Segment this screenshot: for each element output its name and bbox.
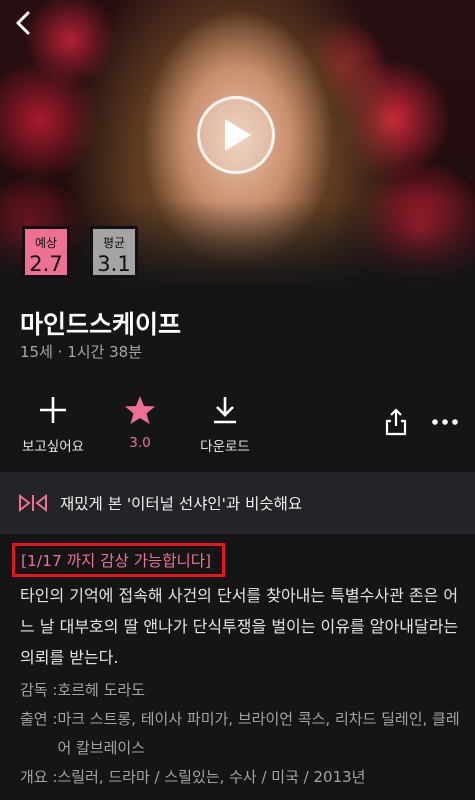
credit-director: 감독 : 호르헤 도라도 — [20, 676, 470, 705]
back-arrow-icon — [16, 11, 30, 35]
play-button[interactable] — [197, 96, 275, 174]
similar-movie-text: 재밌게 본 '이터널 선샤인'과 비슷해요 — [60, 495, 303, 513]
average-score-value: 3.1 — [97, 252, 131, 276]
summary-key: 개요 : — [20, 768, 58, 786]
movie-meta: 15세 · 1시간 38분 — [20, 343, 142, 361]
want-to-watch-label: 보고싶어요 — [21, 439, 85, 455]
share-button[interactable] — [384, 408, 408, 436]
similar-icon — [19, 493, 47, 513]
want-to-watch-button[interactable]: 보고싶어요 — [18, 395, 88, 455]
credit-cast: 출연 : 마크 스트롱, 테이사 파미가, 브라이언 콕스, 리차드 딜레인, … — [20, 705, 470, 763]
play-icon — [225, 119, 251, 151]
director-key: 감독 : — [20, 681, 58, 699]
average-score-label: 평균 — [102, 236, 126, 250]
summary-value: 스릴러, 드라마 / 스릴있는, 수사 / 미국 / 2013년 — [57, 768, 366, 786]
back-button[interactable] — [8, 8, 38, 38]
more-button[interactable] — [430, 414, 460, 428]
movie-title: 마인드스케이프 — [20, 310, 182, 339]
expected-score-label: 예상 — [34, 236, 58, 250]
director-value: 호르헤 도라도 — [57, 681, 146, 699]
plus-icon — [40, 397, 66, 423]
expected-score-badge: 예상 2.7 — [22, 226, 70, 278]
average-score-badge: 평균 3.1 — [90, 226, 138, 278]
rating-value: 3.0 — [129, 435, 151, 451]
credits: 감독 : 호르헤 도라도 출연 : 마크 스트롱, 테이사 파미가, 브라이언 … — [20, 676, 470, 792]
expected-score-value: 2.7 — [29, 252, 63, 276]
availability-notice: [1/17 까지 감상 가능합니다] — [12, 543, 225, 577]
download-label: 다운로드 — [200, 439, 250, 455]
cast-key: 출연 : — [20, 710, 58, 728]
hero-gradient — [0, 200, 475, 290]
movie-description: 타인의 기억에 접속해 사건의 단서를 찾아내는 특별수사관 존은 어느 날 대… — [20, 586, 459, 667]
credit-summary: 개요 : 스릴러, 드라마 / 스릴있는, 수사 / 미국 / 2013년 — [20, 763, 470, 792]
star-icon — [125, 396, 155, 424]
rating-button[interactable]: 3.0 — [110, 395, 170, 451]
availability-text: [1/17 까지 감상 가능합니다] — [21, 552, 212, 570]
similar-movie-banner[interactable]: 재밌게 본 '이터널 선샤인'과 비슷해요 — [0, 472, 475, 534]
download-icon — [214, 397, 236, 424]
download-button[interactable]: 다운로드 — [190, 395, 260, 455]
more-icon — [432, 419, 458, 425]
cast-value: 마크 스트롱, 테이사 파미가, 브라이언 콕스, 리차드 딜레인, 클레어 칼… — [57, 710, 460, 757]
share-icon — [385, 408, 407, 436]
